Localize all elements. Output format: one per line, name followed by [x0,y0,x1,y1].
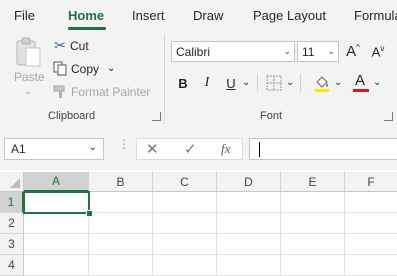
cell-e2[interactable] [281,213,345,234]
formula-input[interactable] [249,138,397,160]
cell-b3[interactable] [89,234,153,255]
format-painter-label: Format Painter [71,85,151,99]
cell-c2[interactable] [153,213,217,234]
row-header-3[interactable]: 3 [0,234,24,255]
fill-handle[interactable] [86,210,93,217]
row-header-4[interactable]: 4 [0,255,24,276]
cell-b2[interactable] [89,213,153,234]
cell-b1[interactable] [89,192,153,213]
copy-label: Copy [71,61,100,76]
insert-function-button[interactable]: fx [221,141,230,157]
copy-icon [53,61,67,76]
column-header-c[interactable]: C [153,172,217,192]
column-header-a[interactable]: A [24,172,89,192]
select-all-triangle-icon [10,178,20,188]
cut-label: Cut [70,38,89,53]
row-header-1[interactable]: 1 [0,192,24,213]
cell-a3[interactable] [24,234,89,255]
underline-button[interactable]: U [222,73,240,93]
bold-button[interactable]: B [174,73,192,93]
cell-b4[interactable] [89,255,153,276]
cancel-entry-icon[interactable]: ✕ [146,140,159,158]
paintbrush-icon [53,85,65,98]
tab-file[interactable]: File [14,8,35,23]
cell-e3[interactable] [281,234,345,255]
cell-f2[interactable] [345,213,397,234]
paste-icon [16,37,41,67]
cell-d3[interactable] [217,234,281,255]
active-cell-selection [23,191,90,214]
font-color-icon: A [355,72,366,89]
tab-formulas[interactable]: Formula [354,8,397,23]
paint-bucket-icon [315,76,329,92]
cell-c3[interactable] [153,234,217,255]
font-name-chevron-icon: ⌄ [283,46,291,56]
font-size-select[interactable]: 11 ⌄ [297,41,339,62]
clipboard-group-label: Clipboard [48,110,96,122]
increase-font-size-button[interactable]: A^ [343,41,363,62]
underline-dropdown-chevron-icon[interactable]: ⌄ [242,77,250,88]
borders-button[interactable] [266,75,282,91]
copy-button[interactable]: Copy ⌄ [53,61,115,76]
clipboard-dialog-launcher-icon[interactable] [152,112,161,121]
borders-icon [266,75,282,91]
name-box-value: A1 [11,142,26,156]
tab-page-layout[interactable]: Page Layout [253,8,326,23]
cell-e4[interactable] [281,255,345,276]
italic-button[interactable]: I [198,73,216,93]
cell-f1[interactable] [345,192,397,213]
paste-dropdown-chevron-icon[interactable]: ⌄ [24,86,32,97]
copy-dropdown-chevron-icon[interactable]: ⌄ [107,63,115,74]
font-separator [300,74,301,92]
cell-a2[interactable] [24,213,89,234]
font-color-button[interactable]: A [352,72,370,94]
font-separator [257,74,258,92]
tab-insert[interactable]: Insert [132,8,165,23]
format-painter-button[interactable]: Format Painter [53,85,150,99]
row-header-2[interactable]: 2 [0,213,24,234]
fill-color-button[interactable] [313,73,331,93]
cell-d4[interactable] [217,255,281,276]
font-dialog-launcher-icon[interactable] [384,112,393,121]
column-header-d[interactable]: D [217,172,281,192]
font-size-value: 11 [302,44,315,59]
font-group-label: Font [260,110,283,122]
decrease-font-size-button[interactable]: Av [368,41,388,62]
cell-e1[interactable] [281,192,345,213]
borders-dropdown-chevron-icon[interactable]: ⌄ [286,77,294,88]
font-name-select[interactable]: Calibri ⌄ [171,41,295,62]
confirm-entry-icon[interactable]: ✓ [184,140,197,158]
column-header-e[interactable]: E [281,172,345,192]
select-all-button[interactable] [0,172,24,192]
ribbon-tab-bar: File Home Insert Draw Page Layout Formul… [0,0,397,30]
paste-label: Paste [14,70,45,84]
cell-c1[interactable] [153,192,217,213]
cell-c4[interactable] [153,255,217,276]
cell-a4[interactable] [24,255,89,276]
increase-font-size-icon: A^ [346,43,360,60]
cell-d1[interactable] [217,192,281,213]
name-box-chevron-icon[interactable]: ⌄ [89,142,97,153]
tab-home[interactable]: Home [68,8,104,23]
cell-d2[interactable] [217,213,281,234]
scissors-icon: ✂ [54,37,66,53]
cell-f4[interactable] [345,255,397,276]
column-header-f[interactable]: F [345,172,397,192]
font-color-swatch [353,89,369,92]
formula-bar-splitter-icon[interactable]: ⋮ [118,138,130,156]
font-size-chevron-icon: ⌄ [327,46,335,56]
fill-color-dropdown-chevron-icon[interactable]: ⌄ [334,77,342,88]
ribbon-separator [164,34,165,124]
paste-button[interactable]: Paste ⌄ [8,36,48,100]
cut-button[interactable]: ✂ Cut [53,37,89,54]
text-cursor [259,142,260,157]
name-box[interactable]: A1 ⌄ [4,138,104,160]
tab-draw[interactable]: Draw [193,8,223,23]
font-color-dropdown-chevron-icon[interactable]: ⌄ [373,77,381,88]
cell-f3[interactable] [345,234,397,255]
column-header-b[interactable]: B [89,172,153,192]
decrease-font-size-icon: Av [371,43,385,60]
font-name-value: Calibri [176,44,211,59]
